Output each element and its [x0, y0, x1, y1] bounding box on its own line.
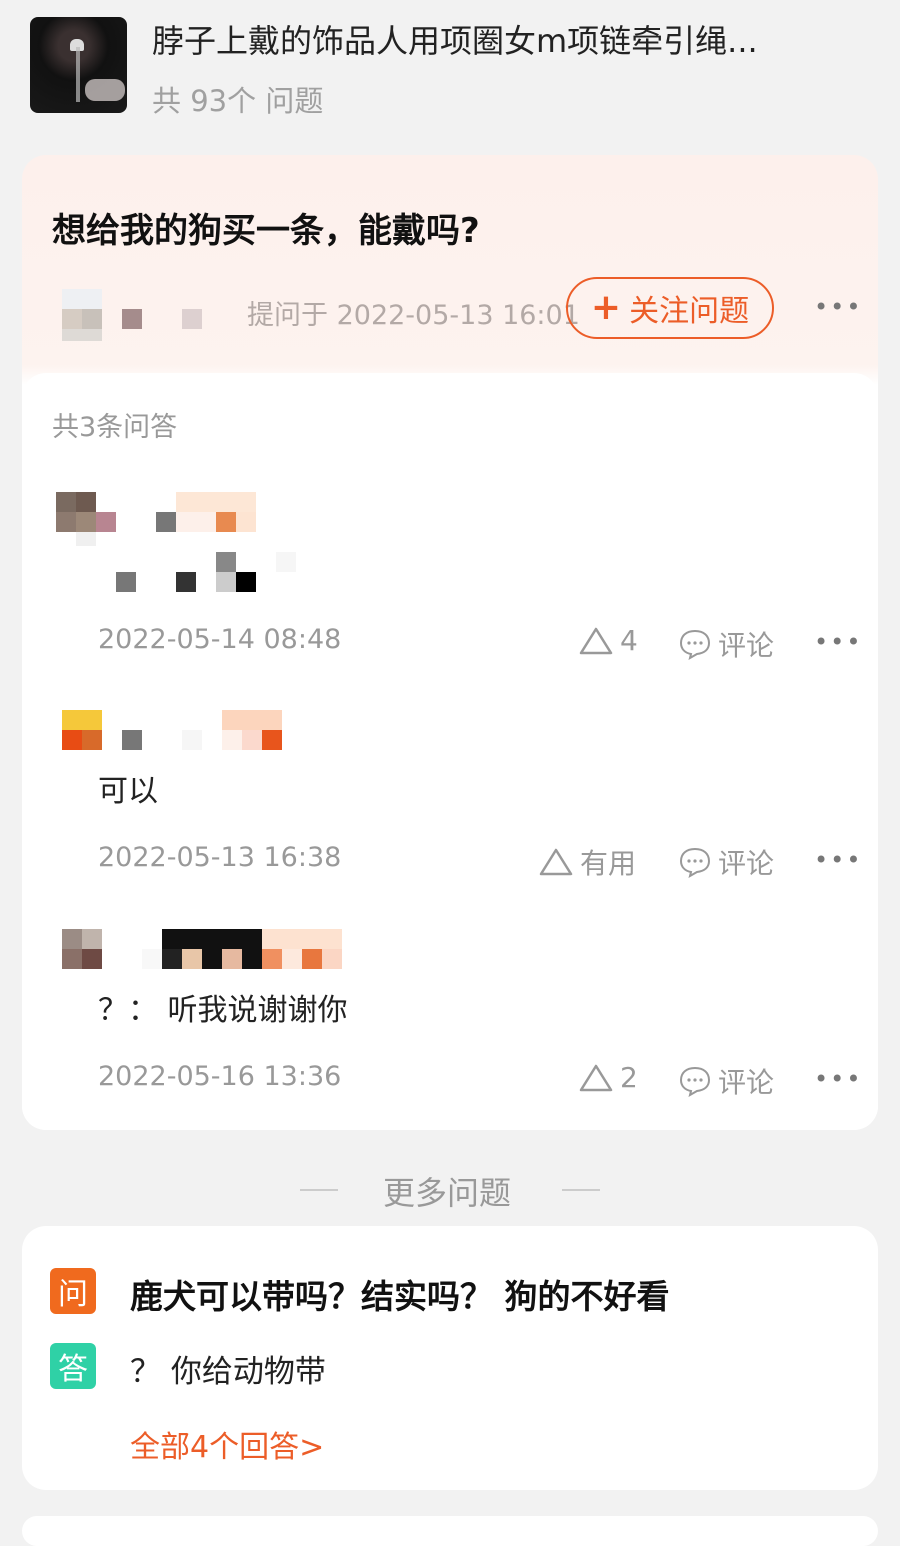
product-thumbnail[interactable] [30, 17, 127, 113]
comment-label: 评论 [718, 847, 775, 880]
ask-time: 提问于 2022-05-13 16:01 [247, 300, 580, 331]
chain-graphic [76, 47, 80, 102]
next-card-edge [22, 1516, 878, 1546]
question-card: 想给我的狗买一条，能戴吗? 提问于 2022-05-13 16:01 + 关注问… [22, 155, 878, 1130]
follow-question-label: 关注问题 [629, 294, 750, 329]
answer-time: 2022-05-13 16:38 [98, 842, 342, 873]
question-title: 想给我的狗买一条，能戴吗? [52, 211, 480, 251]
answer-more-icon[interactable]: ••• [814, 846, 862, 874]
related-question-card[interactable]: 问 鹿犬可以带吗？结实吗？ 狗的不好看 答 ？ 你给动物带 全部4个回答> [22, 1226, 878, 1490]
all-answers-link[interactable]: 全部4个回答> [130, 1422, 324, 1466]
answer-text: 可以 [98, 774, 158, 809]
related-answer-text: ？ 你给动物带 [130, 1354, 326, 1390]
question-badge-icon: 问 [50, 1268, 96, 1314]
comment-bubble-icon [679, 847, 711, 878]
answer-time: 2022-05-16 13:36 [98, 1061, 342, 1092]
divider-line [562, 1189, 600, 1191]
question-count: 共 93个 问题 [152, 84, 324, 118]
like-count: 2 [620, 1061, 638, 1094]
answer-badge-icon: 答 [50, 1343, 96, 1389]
more-questions-label: 更多问题 [383, 1174, 512, 1212]
answers-count: 共3条问答 [52, 412, 178, 443]
answer-time: 2022-05-14 08:48 [98, 624, 342, 655]
useful-button[interactable]: 有用 [538, 842, 636, 882]
product-title: 脖子上戴的饰品人用项圈女m项链牵引绳... [152, 22, 758, 60]
comment-button[interactable]: 评论 [678, 842, 774, 882]
like-triangle-icon [539, 848, 573, 876]
like-triangle-icon [579, 1064, 613, 1091]
like-button[interactable]: 2 [578, 1061, 638, 1094]
related-question-title[interactable]: 鹿犬可以带吗？结实吗？ 狗的不好看 [130, 1270, 670, 1318]
product-header[interactable]: 脖子上戴的饰品人用项圈女m项链牵引绳... 共 93个 问题 [0, 0, 900, 130]
answers-panel: 共3条问答 2022-05-14 08:48 4 评论 ••• 可以 2022-… [22, 373, 878, 1130]
comment-bubble-icon [679, 629, 711, 660]
follow-question-button[interactable]: + 关注问题 [566, 277, 774, 339]
useful-label: 有用 [580, 847, 637, 880]
more-questions-divider: 更多问题 [300, 1168, 600, 1212]
comment-button[interactable]: 评论 [678, 1061, 774, 1101]
question-more-icon[interactable]: ••• [814, 293, 862, 321]
comment-label: 评论 [718, 629, 775, 662]
answer-more-icon[interactable]: ••• [814, 1065, 862, 1093]
divider-line [300, 1189, 338, 1191]
plus-icon: + [590, 287, 622, 328]
like-triangle-icon [579, 627, 613, 654]
comment-label: 评论 [718, 1066, 775, 1099]
like-button[interactable]: 4 [578, 624, 638, 657]
like-count: 4 [620, 624, 638, 657]
comment-bubble-icon [679, 1066, 711, 1097]
comment-button[interactable]: 评论 [678, 624, 774, 664]
asker-meta: 提问于 2022-05-13 16:01 [52, 283, 580, 343]
answer-more-icon[interactable]: ••• [814, 628, 862, 656]
hand-graphic [85, 79, 125, 101]
answer-text: ？： 听我说谢谢你 [98, 993, 348, 1028]
